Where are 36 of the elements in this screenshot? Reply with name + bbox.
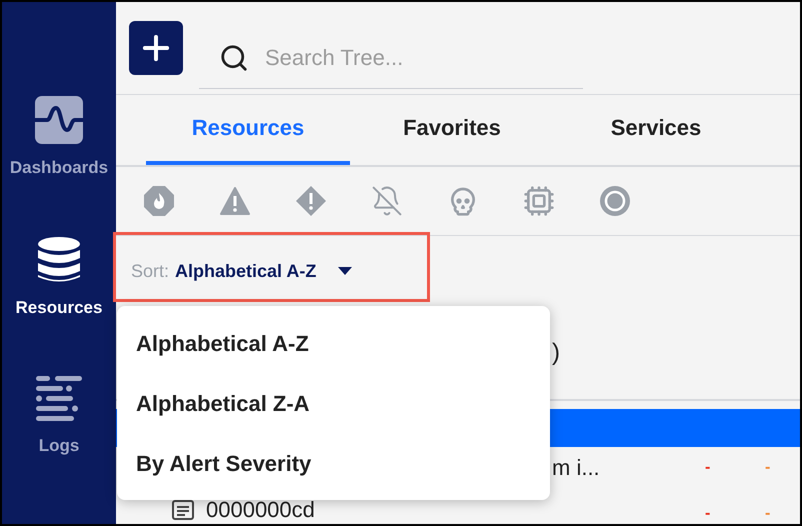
- diamond-alert-icon[interactable]: [295, 185, 327, 217]
- sort-dropdown[interactable]: Alphabetical A-Z: [175, 260, 352, 282]
- menu-item[interactable]: By Alert Severity: [136, 446, 550, 482]
- status-value: -: [705, 459, 710, 477]
- sidebar-label: Resources: [16, 298, 102, 318]
- sidebar-label: Logs: [38, 436, 80, 456]
- tree-item[interactable]: ): [552, 338, 560, 366]
- clock-icon[interactable]: [599, 185, 631, 217]
- tree-row[interactable]: 0000000cd - -: [116, 489, 800, 524]
- database-icon: [37, 236, 81, 284]
- warning-icon[interactable]: [219, 186, 251, 216]
- search-field[interactable]: Search Tree...: [263, 44, 563, 72]
- sort-label: Sort:: [131, 260, 170, 282]
- document-icon: [172, 500, 194, 520]
- tab[interactable]: Services: [554, 95, 758, 165]
- menu-item[interactable]: Alphabetical Z-A: [136, 386, 550, 422]
- tree-item-label: 0000000cd: [206, 497, 315, 523]
- list-icon: [36, 376, 82, 422]
- status-value: -: [765, 505, 770, 523]
- sidebar-label: Dashboards: [10, 158, 108, 178]
- tab[interactable]: Resources: [146, 95, 350, 165]
- sidebar-item[interactable]: Dashboards: [10, 96, 108, 236]
- status-value: -: [765, 459, 770, 477]
- chip-icon[interactable]: [523, 185, 555, 217]
- status-value: -: [705, 505, 710, 523]
- search-icon: [219, 42, 249, 72]
- tree-item-label: m i...: [552, 455, 600, 481]
- sidebar-item[interactable]: Resources: [16, 236, 102, 376]
- flame-octagon-icon[interactable]: [143, 185, 175, 217]
- menu-item[interactable]: Alphabetical A-Z: [136, 326, 550, 362]
- tab[interactable]: Favorites: [350, 95, 554, 165]
- bell-off-icon[interactable]: [371, 185, 403, 217]
- caret-icon: [338, 267, 352, 275]
- add-button[interactable]: [129, 21, 183, 75]
- chart-icon: [35, 96, 83, 144]
- sidebar-item[interactable]: Logs: [36, 376, 82, 516]
